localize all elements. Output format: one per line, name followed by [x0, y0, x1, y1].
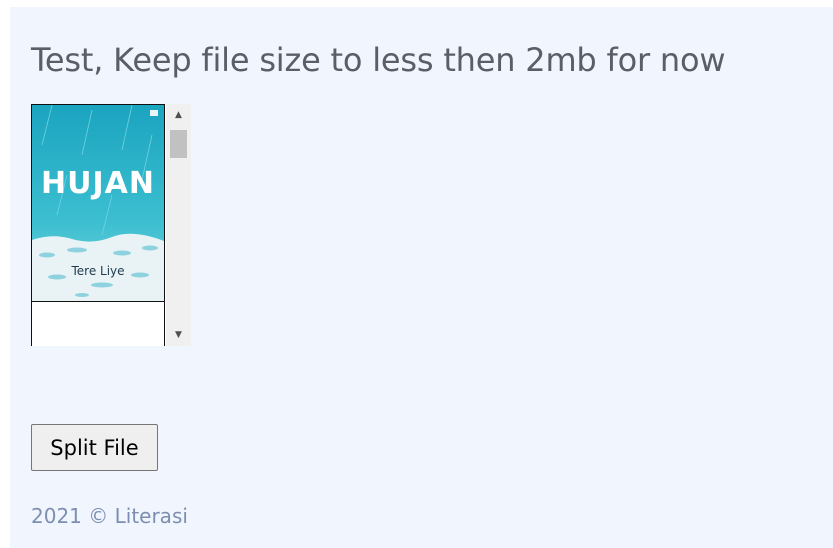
- page-thumbnail-2[interactable]: [31, 302, 165, 346]
- page-thumbnail[interactable]: HUJAN Tere Liye: [31, 104, 165, 302]
- footer-copyright: 2021 © Literasi: [31, 504, 188, 528]
- main-card: Test, Keep file size to less then 2mb fo…: [10, 7, 833, 548]
- preview-pages: HUJAN Tere Liye: [31, 104, 166, 346]
- pdf-preview[interactable]: HUJAN Tere Liye ▲ ▼: [31, 104, 191, 346]
- preview-scrollbar[interactable]: ▲ ▼: [166, 104, 191, 346]
- scrollbar-thumb[interactable]: [170, 130, 187, 158]
- cover-author: Tere Liye: [70, 264, 124, 278]
- book-cover-image: HUJAN Tere Liye: [32, 105, 164, 301]
- scroll-down-icon[interactable]: ▼: [166, 326, 191, 344]
- page-title: Test, Keep file size to less then 2mb fo…: [31, 41, 726, 79]
- publisher-mark: [150, 110, 158, 116]
- scroll-up-icon[interactable]: ▲: [166, 106, 191, 124]
- split-file-button[interactable]: Split File: [31, 424, 158, 471]
- cover-title: HUJAN: [41, 166, 155, 201]
